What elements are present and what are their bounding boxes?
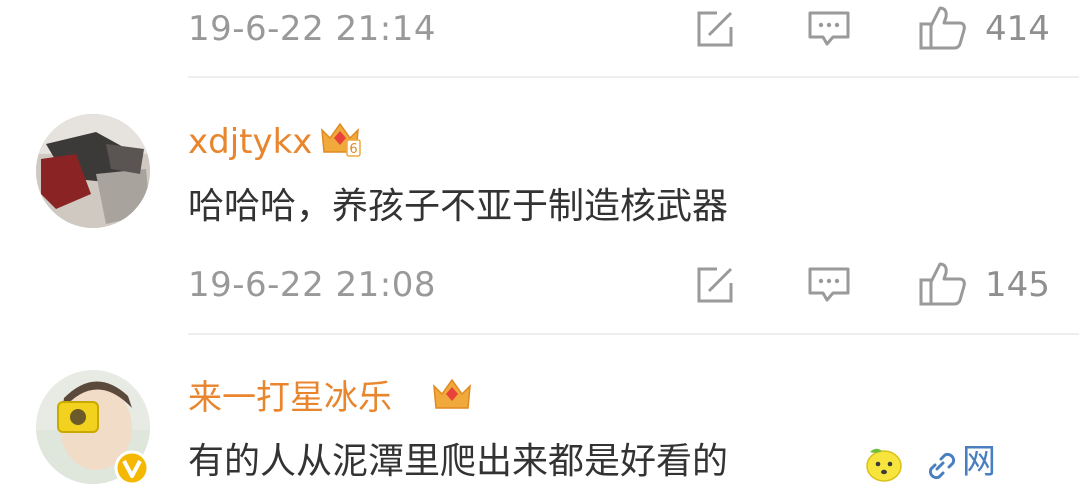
repost-button[interactable] (693, 265, 737, 305)
divider (188, 333, 1079, 335)
comment-button[interactable] (807, 9, 851, 49)
share-box-icon (697, 11, 733, 47)
lemon-emoji (862, 442, 904, 484)
comment-bubble-icon (808, 11, 850, 46)
repost-button[interactable] (693, 9, 737, 49)
thumbs-up-icon (919, 262, 966, 306)
username[interactable]: xdjtykx (188, 122, 312, 162)
badge-level: 6 (349, 142, 357, 157)
divider (188, 76, 1079, 78)
link-icon-wrap[interactable] (922, 448, 958, 484)
crown-badge-icon: 6 (321, 122, 361, 157)
vip-badge (430, 374, 474, 416)
comment-timestamp: 19-6-22 21:08 (188, 265, 436, 305)
vip-badge: 6 (318, 118, 362, 160)
lemon-face-icon (866, 448, 902, 482)
like-count: 145 (985, 265, 1050, 305)
comment-text: 哈哈哈，养孩子不亚于制造核武器 (188, 186, 729, 227)
like-button[interactable] (918, 4, 968, 52)
like-button[interactable] (918, 260, 968, 308)
verified-badge (114, 450, 150, 486)
chain-link-icon (928, 452, 956, 480)
comment-button[interactable] (807, 265, 851, 305)
avatar[interactable] (36, 114, 150, 228)
share-box-icon (697, 267, 733, 303)
verified-v-icon (114, 450, 150, 486)
comment-timestamp: 19-6-22 21:14 (188, 9, 436, 49)
username[interactable]: 来一打星冰乐 (188, 378, 392, 418)
comment-bubble-icon (808, 267, 850, 302)
thumbs-up-icon (919, 6, 966, 50)
web-link[interactable]: 网 (962, 440, 996, 484)
crown-badge-icon (433, 378, 471, 409)
like-count: 414 (985, 9, 1050, 49)
comment-text: 有的人从泥潭里爬出来都是好看的 (188, 441, 729, 482)
